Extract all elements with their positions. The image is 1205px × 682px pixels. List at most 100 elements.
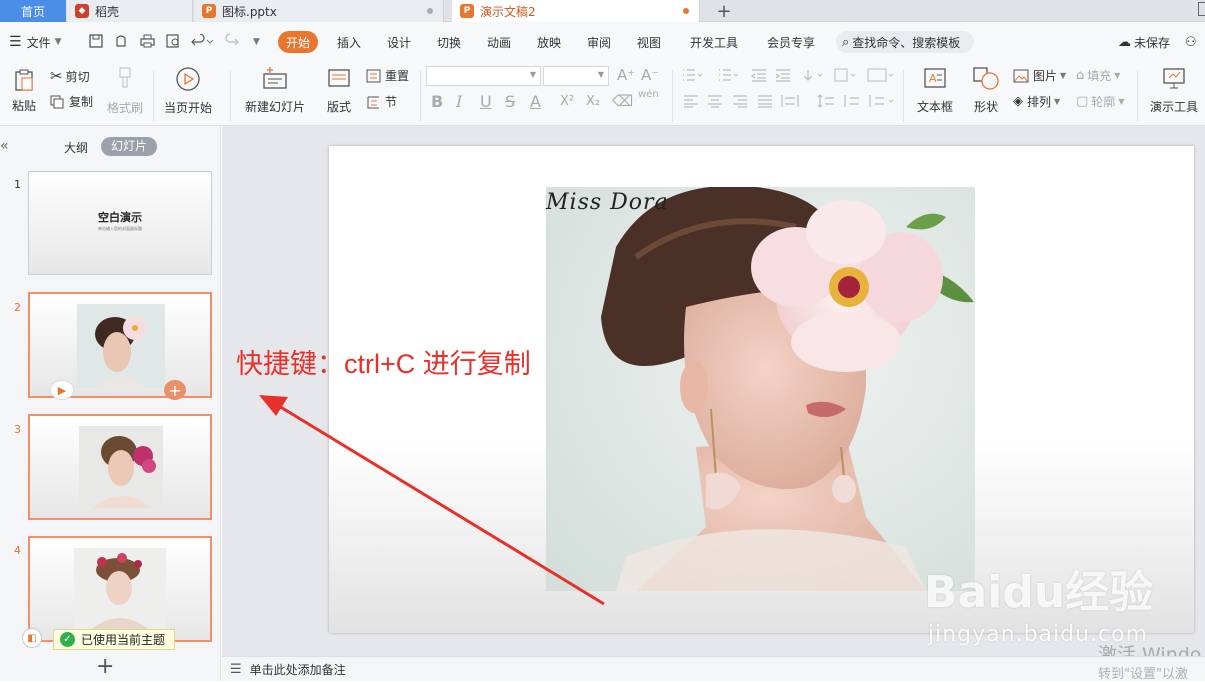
menu-item-vip[interactable]: 会员专享 [767, 22, 815, 62]
new-tab-button[interactable]: + [714, 0, 734, 22]
slide-thumbnail-1[interactable]: 空白演示 单击输入您的封面副标题 [28, 171, 212, 275]
tab-slides[interactable]: 幻灯片 [101, 137, 157, 156]
numbered-list-icon[interactable] [717, 68, 739, 82]
thumb-photo [79, 426, 163, 508]
slide-thumbnail-4[interactable] [28, 536, 212, 642]
superscript-button[interactable]: X² [560, 94, 574, 109]
save-icon[interactable] [89, 34, 103, 48]
section-button[interactable]: 节 [366, 93, 397, 110]
bold-button[interactable]: B [431, 92, 443, 111]
unsaved-dot [427, 8, 433, 14]
outline-button[interactable]: ▢ 轮廓 ▼ [1076, 93, 1124, 110]
windows-activation-line2: 转到"设置"以激 [1098, 667, 1188, 682]
slide-thumbnail-2[interactable]: ▶ + [28, 292, 212, 400]
arrange-button[interactable]: ◈ 排列 ▼ [1013, 93, 1060, 110]
indent-icon[interactable] [775, 68, 791, 82]
font-shrink-button[interactable]: A⁻ [641, 66, 659, 84]
align-center-icon[interactable] [707, 94, 723, 108]
format-painter-button[interactable]: 格式刷 [103, 66, 147, 116]
format-painter-label: 格式刷 [106, 101, 143, 115]
align-right-icon[interactable] [732, 94, 748, 108]
play-from-current-button[interactable]: 当页开始 [158, 66, 218, 116]
menu-item-view[interactable]: 视图 [637, 22, 661, 62]
paste-button[interactable]: 粘贴 [6, 68, 42, 114]
menu-item-animation[interactable]: 动画 [487, 22, 511, 62]
shape-label: 形状 [973, 100, 998, 114]
new-slide-button[interactable]: 新建幻灯片 [238, 66, 312, 115]
menu-item-design[interactable]: 设计 [387, 22, 411, 62]
picture-button[interactable]: 图片 ▼ [1013, 67, 1066, 84]
phonetic-guide-button[interactable]: wén [638, 89, 659, 100]
textbox-button[interactable]: A 文本框 [911, 66, 959, 115]
scissors-icon: ✂ [50, 67, 63, 85]
menu-item-insert[interactable]: 插入 [337, 22, 361, 62]
menu-item-transition[interactable]: 切换 [437, 22, 461, 62]
font-size-select[interactable]: ▼ [543, 66, 609, 86]
align-left-icon[interactable] [683, 94, 699, 108]
tab-daoke[interactable]: ◆ 稻壳 [67, 0, 193, 22]
outline-icon: ▢ [1076, 94, 1089, 109]
font-family-select[interactable]: ▼ [426, 66, 541, 86]
customize-toolbar-icon[interactable]: ▼ [253, 37, 260, 47]
chevron-down-icon: ▼ [54, 37, 62, 47]
ribbon-divider [672, 70, 673, 122]
reset-button[interactable]: 重置 [366, 67, 409, 84]
print-icon[interactable] [140, 34, 155, 48]
redo-icon[interactable] [225, 34, 239, 48]
column-icon[interactable] [833, 68, 859, 82]
play-slide-icon[interactable]: ▶ [50, 380, 74, 400]
layout-button[interactable]: 版式 [318, 66, 360, 115]
notes-bar[interactable]: ☰ 单击此处添加备注 转到"设置"以激 [222, 656, 1205, 682]
bullet-list-icon[interactable] [681, 68, 703, 82]
menu-item-slideshow[interactable]: 放映 [537, 22, 561, 62]
slide-thumbnail-3[interactable] [28, 414, 212, 520]
text-direction-icon[interactable] [800, 68, 826, 82]
add-slide-button[interactable]: + [96, 654, 114, 679]
eraser-icon[interactable]: ⌫ [612, 92, 633, 110]
subscript-button[interactable]: X₂ [586, 94, 600, 109]
tab-label: 稻壳 [95, 4, 120, 19]
menu-item-home[interactable]: 开始 [278, 31, 319, 53]
presentation-tools-icon [1163, 68, 1185, 89]
undo-history-icon[interactable] [114, 34, 128, 48]
underline-button[interactable]: U [480, 92, 492, 111]
cloud-save-status[interactable]: ☁ 未保存 [1118, 22, 1170, 62]
line-spacing-icon[interactable] [817, 94, 835, 108]
play-label: 当页开始 [163, 101, 212, 115]
text-fit-icon[interactable] [867, 68, 895, 82]
notes-placeholder: 单击此处添加备注 [249, 662, 346, 677]
search-input[interactable]: ⌕ 查找命令、搜索模板 [836, 31, 974, 53]
copy-button[interactable]: 复制 [50, 93, 93, 110]
presentation-tools-button[interactable]: 演示工具 [1144, 66, 1204, 115]
tab-home[interactable]: 首页 [0, 0, 66, 22]
outdent-icon[interactable] [751, 68, 767, 82]
paragraph-spacing-icon[interactable] [842, 94, 860, 108]
cut-button[interactable]: ✂ 剪切 [50, 67, 90, 85]
menu-item-developer[interactable]: 开发工具 [690, 22, 738, 62]
justify-icon[interactable] [757, 94, 773, 108]
spacing-options-icon[interactable] [867, 94, 895, 108]
file-menu[interactable]: ☰ 文件 ▼ [9, 22, 62, 62]
undo-icon[interactable] [191, 34, 213, 48]
theme-icon[interactable]: ◧ [22, 628, 42, 648]
italic-button[interactable]: I [456, 92, 462, 111]
add-slide-icon[interactable]: + [164, 380, 186, 400]
window-icon[interactable] [1198, 2, 1205, 16]
shape-button[interactable]: 形状 [966, 66, 1006, 115]
font-color-button[interactable]: A [530, 92, 541, 111]
distribute-icon[interactable] [781, 94, 799, 108]
slide-editing-canvas[interactable]: Miss Dora 快捷键：ctrl+C 进行复制 Baidu经验 jingya… [222, 126, 1205, 666]
user-icon[interactable]: ⚇ [1185, 22, 1197, 62]
fill-button[interactable]: ⌂ 填充 ▼ [1076, 67, 1120, 84]
tab-presentation[interactable]: P 演示文稿2 [452, 0, 700, 22]
tab-outline[interactable]: 大纲 [64, 139, 88, 156]
menu-item-review[interactable]: 审阅 [587, 22, 611, 62]
strikethrough-button[interactable]: S [505, 92, 515, 111]
menu-bar: ☰ 文件 ▼ ▼ 开始 插入 设计 切换 动画 放映 审阅 视图 开发工具 会员… [0, 22, 1205, 62]
font-grow-button[interactable]: A⁺ [617, 66, 635, 84]
collapse-panel-icon[interactable]: « [0, 138, 9, 154]
tab-pptx[interactable]: P 图标.pptx [194, 0, 444, 22]
layout-icon [328, 69, 350, 87]
print-preview-icon[interactable] [166, 34, 181, 48]
search-placeholder: 查找命令、搜索模板 [852, 35, 961, 50]
